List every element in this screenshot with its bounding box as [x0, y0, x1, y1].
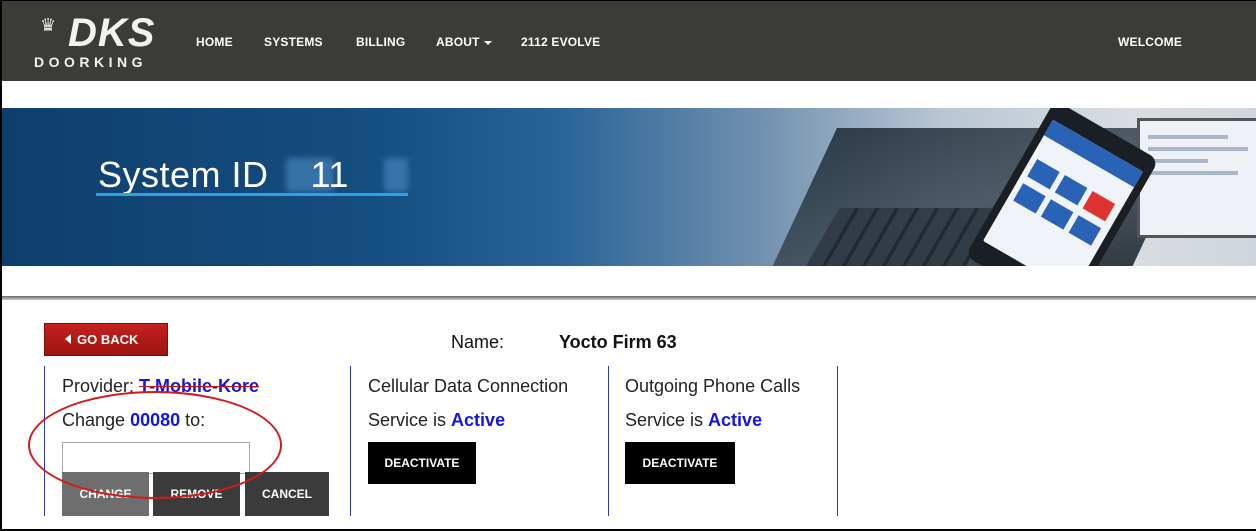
column-divider [837, 366, 838, 516]
caret-left-icon [65, 334, 71, 344]
caret-down-icon [483, 40, 492, 45]
go-back-label: GO BACK [77, 332, 139, 347]
logo-brand: DOORKING [34, 54, 147, 70]
cellular-title: Cellular Data Connection [368, 376, 569, 396]
nav-welcome[interactable]: WELCOME [1118, 35, 1182, 49]
section-divider [2, 296, 1256, 300]
column-divider [608, 366, 609, 516]
nav-about[interactable]: ABOUT [436, 35, 492, 49]
cancel-button[interactable]: CANCEL [245, 472, 329, 516]
top-navbar: ♛ DKS DOORKING HOME SYSTEMS BILLING ABOU… [2, 1, 1256, 81]
cellular-status: Active [451, 410, 506, 430]
phone-calls-status-line: Service is Active [625, 410, 762, 431]
page-title: System ID 11 [98, 154, 349, 195]
crown-icon: ♛ [40, 15, 57, 35]
phone-calls-deactivate-button[interactable]: DEACTIVATE [625, 442, 735, 484]
name-label: Name: [451, 332, 505, 352]
title-underline [96, 193, 408, 196]
go-back-button[interactable]: GO BACK [44, 323, 168, 356]
cellular-deactivate-button[interactable]: DEACTIVATE [368, 442, 476, 484]
nav-billing[interactable]: BILLING [356, 35, 405, 49]
annotation-circle [28, 391, 282, 499]
hero-banner: System ID 11 [2, 108, 1256, 266]
redacted-blur [384, 158, 408, 192]
nav-2112-evolve[interactable]: 2112 EVOLVE [521, 35, 600, 49]
cellular-service-prefix: Service is [368, 410, 447, 430]
logo-wordmark: DKS [68, 11, 156, 55]
column-divider [350, 366, 351, 516]
nav-about-label: ABOUT [436, 35, 480, 49]
doorking-logo[interactable]: ♛ DKS DOORKING [32, 11, 182, 73]
name-value: Yocto Firm 63 [559, 332, 677, 352]
phone-calls-title: Outgoing Phone Calls [625, 376, 801, 396]
phone-calls-status: Active [708, 410, 763, 430]
cellular-status-line: Service is Active [368, 410, 505, 431]
nav-home[interactable]: HOME [196, 35, 233, 49]
monitor-image [1137, 118, 1256, 238]
nav-systems[interactable]: SYSTEMS [264, 35, 323, 49]
phone-calls-service-prefix: Service is [625, 410, 704, 430]
